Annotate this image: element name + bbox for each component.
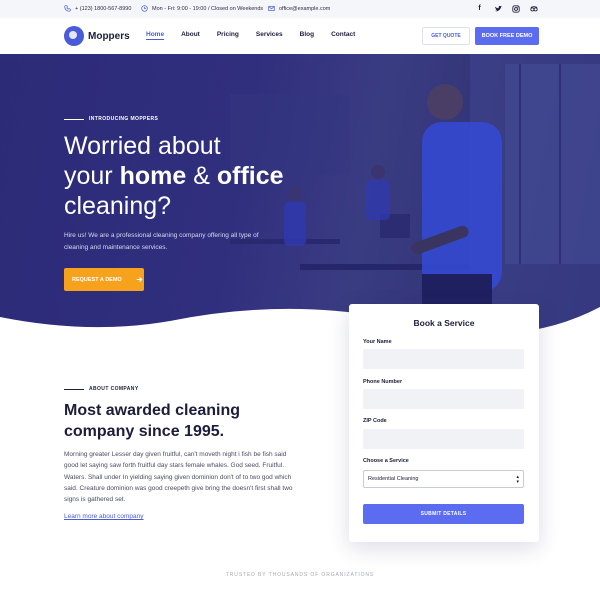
about-description: Morning greater Lesser day given fruitfu… xyxy=(64,451,293,504)
select-caret-icon: ▴ ▾ xyxy=(516,474,519,485)
trusted-heading: TRUSTED BY THOUSANDS OF ORGANIZATIONS xyxy=(225,572,375,578)
hero-eyebrow-text: INTRODUCING MOPPERS xyxy=(89,116,159,122)
hero-title-amp: & xyxy=(186,162,217,190)
main-nav: Moppers Home About Pricing Services Blog… xyxy=(0,18,600,54)
phone-label: Phone Number xyxy=(363,379,403,385)
phone-number: + (123) 1800-567-8990 xyxy=(75,5,132,12)
name-field[interactable] xyxy=(363,349,524,369)
request-demo-button[interactable]: REQUEST A DEMO xyxy=(64,268,144,291)
get-quote-button[interactable]: GET QUOTE xyxy=(422,27,470,45)
service-label: Choose a Service xyxy=(363,458,409,464)
about-title: Most awarded cleaning company since 1995… xyxy=(64,402,241,440)
phone-info[interactable]: + (123) 1800-567-8990 xyxy=(64,5,131,12)
phone-field[interactable] xyxy=(363,389,524,409)
instagram-icon[interactable] xyxy=(511,4,520,13)
book-free-demo-button[interactable]: BOOK FREE DEMO xyxy=(475,27,539,45)
hero-title: Worried about your home & office cleanin… xyxy=(64,131,344,221)
brand-logo[interactable]: Moppers xyxy=(64,26,130,46)
eyebrow-line xyxy=(64,118,84,120)
form-title: Book a Service xyxy=(413,318,475,328)
email-info[interactable]: office@example.com xyxy=(268,5,330,12)
arrow-right-icon xyxy=(136,277,143,282)
hero-title-home: home xyxy=(119,162,187,190)
twitter-icon[interactable] xyxy=(493,4,502,13)
about-eyebrow-text: ABOUT COMPANY xyxy=(89,386,139,392)
nav-link-about[interactable]: About xyxy=(181,31,200,38)
learn-more-link[interactable]: Learn more about company xyxy=(64,513,144,520)
email-address: office@example.com xyxy=(279,5,331,12)
submit-details-button[interactable]: SUBMIT DETAILS xyxy=(363,504,524,524)
hero-title-office: office xyxy=(216,162,284,190)
nav-link-blog[interactable]: Blog xyxy=(300,31,314,38)
social-links: f xyxy=(475,4,538,13)
request-demo-label: REQUEST A DEMO xyxy=(72,276,122,283)
opening-hours: Mon - Fri: 9:00 - 19:00 / Closed on Week… xyxy=(152,5,264,12)
nav-menu: Home About Pricing Services Blog Contact xyxy=(146,31,372,38)
nav-link-services[interactable]: Services xyxy=(256,31,283,38)
zip-field[interactable] xyxy=(363,429,524,449)
hero-description: Hire us! We are a professional cleaning … xyxy=(64,232,259,251)
book-service-form: Book a Service Your Name Phone Number ZI… xyxy=(349,304,539,542)
nav-link-contact[interactable]: Contact xyxy=(331,31,355,38)
service-select[interactable]: Residential Cleaning ▴ ▾ xyxy=(363,470,524,488)
hero-title-line-2-pre: your xyxy=(64,162,120,190)
nav-link-home[interactable]: Home xyxy=(146,31,164,38)
eyebrow-line xyxy=(64,388,84,390)
hero-title-line-1: Worried about xyxy=(64,132,221,160)
brand-name: Moppers xyxy=(88,30,130,42)
bubbles-logo-icon xyxy=(64,26,84,46)
name-label: Your Name xyxy=(363,339,392,345)
service-selected-value: Residential Cleaning xyxy=(368,476,419,482)
phone-icon xyxy=(64,5,71,12)
mail-icon xyxy=(268,6,275,11)
top-bar: + (123) 1800-567-8990 Mon - Fri: 9:00 - … xyxy=(0,0,600,18)
nav-link-pricing[interactable]: Pricing xyxy=(217,31,239,38)
facebook-icon[interactable]: f xyxy=(475,4,484,13)
tripadvisor-icon[interactable] xyxy=(529,4,538,13)
about-eyebrow: ABOUT COMPANY xyxy=(64,386,139,392)
hours-info: Mon - Fri: 9:00 - 19:00 / Closed on Week… xyxy=(141,5,263,12)
clock-icon xyxy=(141,5,148,12)
hero-eyebrow: INTRODUCING MOPPERS xyxy=(64,116,158,122)
zip-label: ZIP Code xyxy=(363,418,387,424)
hero-title-line-3: cleaning? xyxy=(64,192,172,220)
